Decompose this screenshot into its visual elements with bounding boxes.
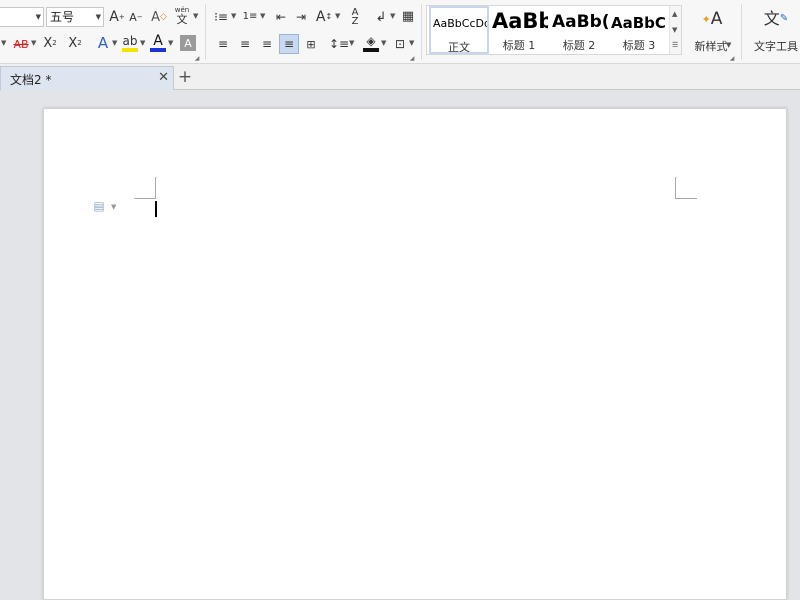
- paragraph-dialog-launcher-icon[interactable]: ◢: [408, 55, 416, 62]
- chevron-up-icon[interactable]: ▲: [672, 10, 677, 18]
- font-name-combo[interactable]: ▼: [0, 7, 44, 27]
- grow-font-icon[interactable]: A +: [108, 8, 126, 26]
- font-size-combo[interactable]: 五号 ▼: [46, 7, 104, 27]
- align-right-icon[interactable]: ≡: [258, 36, 276, 52]
- style-sample: AaBb(: [552, 12, 608, 32]
- paint-bucket-icon: ◈: [366, 33, 376, 48]
- margin-mark-top-right: [675, 198, 697, 199]
- numbered-list-icon[interactable]: 1≡: [241, 9, 259, 25]
- new-style-icon: ✦ A: [701, 8, 723, 29]
- text-cursor: [155, 201, 157, 217]
- style-sample: AaBb: [492, 9, 548, 33]
- text-direction-icon[interactable]: A ↕: [314, 8, 334, 26]
- chevron-down-icon[interactable]: ▼: [349, 40, 354, 47]
- text-tools-button[interactable]: 文 ✎ 文字工具: [748, 6, 800, 58]
- strikethrough-icon[interactable]: AB: [10, 36, 32, 52]
- text-tools-icon: 文 ✎: [763, 9, 789, 28]
- superscript-icon[interactable]: X2: [41, 34, 59, 52]
- margin-mark-top-left: [155, 177, 156, 199]
- new-style-button[interactable]: ✦ A 新样式 ▼: [686, 6, 736, 58]
- paste-options-icon[interactable]: ▤: [92, 199, 106, 213]
- shading-color-icon[interactable]: ◈: [362, 33, 380, 53]
- chevron-down-icon[interactable]: ▼: [168, 40, 173, 47]
- shading-color-swatch: [363, 48, 379, 52]
- tab-label: 文档2 *: [10, 73, 52, 87]
- divider: [741, 4, 742, 60]
- align-center-icon[interactable]: ≡: [236, 36, 254, 52]
- marker-icon: ab: [122, 33, 138, 48]
- justify-icon[interactable]: ≡: [279, 34, 299, 54]
- divider: [421, 4, 422, 60]
- character-shading-icon[interactable]: A: [180, 35, 196, 51]
- increase-indent-icon[interactable]: ⇥: [292, 9, 310, 25]
- new-tab-icon[interactable]: +: [176, 68, 194, 86]
- letter-a-icon: A: [153, 32, 163, 49]
- font-color-icon[interactable]: A: [149, 33, 167, 53]
- chevron-down-icon[interactable]: ▼: [409, 40, 414, 47]
- divider: [205, 4, 206, 60]
- more-styles-icon[interactable]: ☰: [672, 41, 678, 49]
- style-name: 标题 3: [622, 39, 656, 52]
- styles-gallery: AaBbCcDd 正文 AaBb 标题 1 AaBb( 标题 2 AaBbC 标…: [426, 5, 682, 55]
- margin-mark-top-right: [675, 177, 676, 199]
- style-name: 标题 2: [562, 39, 596, 52]
- chevron-down-icon[interactable]: ▼: [112, 40, 117, 47]
- font-color-swatch: [150, 48, 166, 52]
- text-effect-icon[interactable]: A: [94, 34, 112, 52]
- pinyin-guide-icon[interactable]: wén 文: [172, 6, 192, 26]
- clear-format-icon[interactable]: A ◇: [150, 8, 168, 26]
- style-heading-3[interactable]: AaBbC 标题 3: [609, 6, 669, 54]
- close-icon[interactable]: ✕: [158, 70, 169, 85]
- shrink-font-icon[interactable]: A −: [128, 8, 144, 26]
- chevron-down-icon[interactable]: ▼: [381, 40, 386, 47]
- styles-dialog-launcher-icon[interactable]: ◢: [728, 55, 736, 62]
- distributed-align-icon[interactable]: ⊞: [302, 36, 320, 52]
- sort-icon[interactable]: AZ: [346, 8, 364, 27]
- highlight-color-swatch: [122, 48, 138, 52]
- style-heading-1[interactable]: AaBb 标题 1: [490, 6, 548, 54]
- chevron-down-icon[interactable]: ▼: [335, 13, 340, 20]
- style-sample: AaBbCcDd: [433, 17, 489, 30]
- chevron-down-icon[interactable]: ▼: [672, 26, 677, 34]
- chevron-down-icon[interactable]: ▼: [111, 204, 116, 211]
- chevron-down-icon[interactable]: ▼: [31, 40, 36, 47]
- chevron-down-icon[interactable]: ▼: [1, 40, 6, 47]
- ribbon-toolbar: ▼ 五号 ▼ A + A − A ◇ wén 文 ▼ ▼ AB ▼ X2 X2 A ▼ …: [0, 0, 800, 64]
- chevron-down-icon[interactable]: ▼: [140, 40, 145, 47]
- line-spacing-icon[interactable]: ↕≡: [329, 36, 349, 52]
- font-size-value: 五号: [50, 10, 75, 24]
- tab-document[interactable]: 文档2 * ✕: [0, 66, 174, 90]
- chevron-down-icon: ▼: [726, 41, 732, 49]
- table-grid-icon[interactable]: ▦: [400, 8, 416, 24]
- chevron-down-icon: ▼: [95, 13, 101, 21]
- align-left-icon[interactable]: ≡: [214, 36, 232, 52]
- chevron-down-icon[interactable]: ▼: [390, 13, 395, 20]
- chevron-down-icon[interactable]: ▼: [260, 13, 265, 20]
- decrease-indent-icon[interactable]: ⇤: [272, 9, 290, 25]
- style-sample: AaBbC: [611, 14, 666, 32]
- document-page[interactable]: ▤ ▼: [43, 108, 787, 600]
- show-marks-icon[interactable]: ↲: [373, 9, 389, 25]
- margin-mark-top-left: [134, 198, 156, 199]
- borders-icon[interactable]: ⊡: [392, 36, 408, 52]
- font-dialog-launcher-icon[interactable]: ◢: [193, 55, 201, 62]
- highlight-color-icon[interactable]: ab: [121, 33, 139, 53]
- chevron-down-icon[interactable]: ▼: [231, 13, 236, 20]
- style-heading-2[interactable]: AaBb( 标题 2: [550, 6, 608, 54]
- bullet-list-icon[interactable]: ⁝≡: [212, 9, 230, 25]
- chevron-down-icon: ▼: [35, 13, 41, 21]
- style-name: 正文: [448, 41, 470, 54]
- text-tools-label: 文字工具: [754, 40, 798, 53]
- styles-scroll[interactable]: ▲ ▼ ☰: [669, 6, 681, 54]
- style-normal[interactable]: AaBbCcDd 正文: [429, 6, 489, 54]
- chevron-down-icon[interactable]: ▼: [193, 13, 198, 20]
- subscript-icon[interactable]: X2: [66, 34, 84, 52]
- style-name: 标题 1: [502, 39, 536, 52]
